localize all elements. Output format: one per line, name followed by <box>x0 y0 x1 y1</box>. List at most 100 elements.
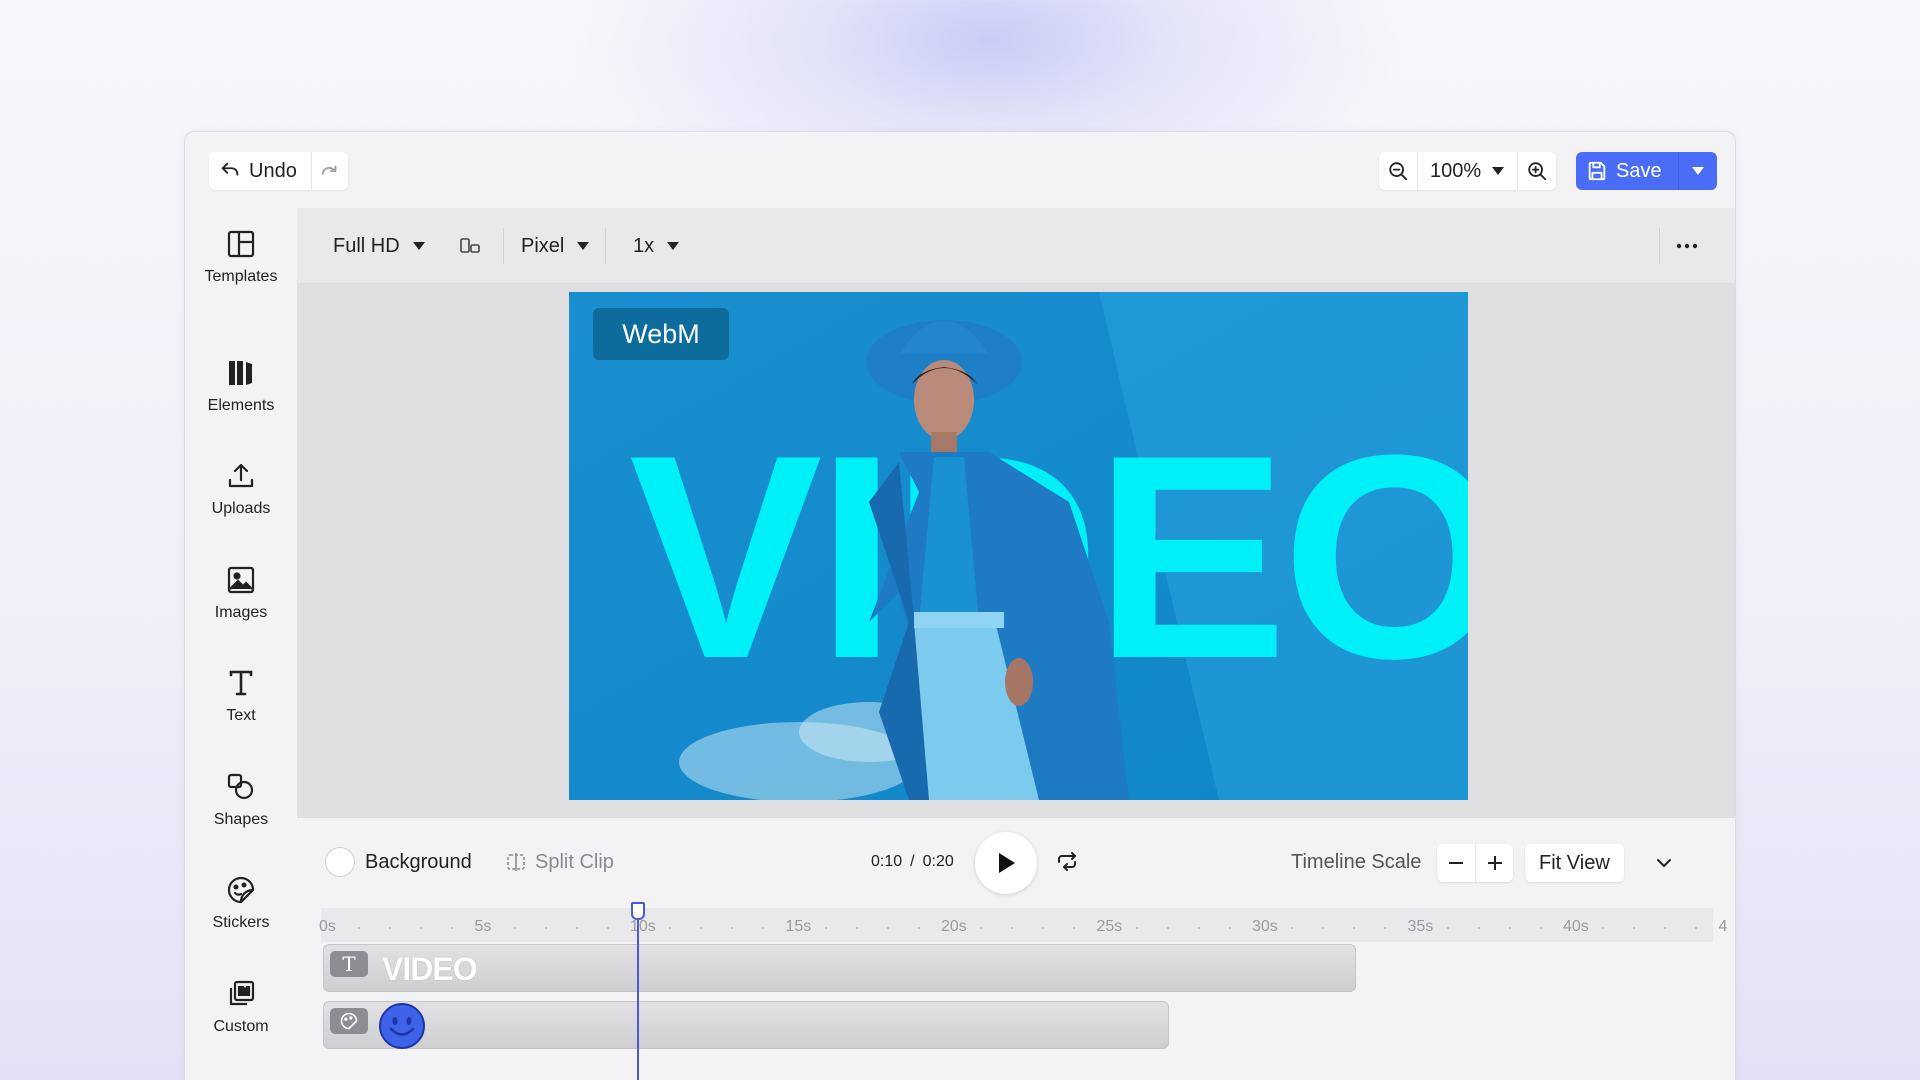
sidebar-item-templates[interactable]: Templates <box>185 228 297 286</box>
resolution-select[interactable]: Full HD <box>333 208 426 284</box>
zoom-in-button[interactable] <box>1518 152 1556 190</box>
toolbar-divider <box>605 228 606 264</box>
fit-view-button[interactable]: Fit View <box>1525 844 1624 882</box>
image-icon <box>227 566 255 594</box>
orientation-icon <box>460 238 480 253</box>
ruler-tick-dot <box>513 927 516 929</box>
ruler-tick-label: 40s <box>1563 918 1589 935</box>
scale-select[interactable]: 1x <box>633 208 680 284</box>
ruler-tick-dot <box>1042 927 1045 929</box>
caret-down-icon <box>1492 167 1505 175</box>
total-time: 0:20 <box>922 853 954 870</box>
background-label: Background <box>365 850 472 873</box>
zoom-control: 100% <box>1379 152 1557 190</box>
text-track-icon: T <box>330 951 368 977</box>
timeline-tracks: 0s 5s 10s 15s 20s 25s 30s 35s 40s 4 T VIDEO <box>297 902 1735 1080</box>
save-button[interactable]: Save <box>1576 152 1679 190</box>
sidebar-item-label: Custom <box>213 1018 269 1035</box>
scale-decrease-button[interactable] <box>1437 844 1475 882</box>
ruler-tick-dot <box>1633 927 1636 929</box>
collapse-timeline-button[interactable] <box>1649 848 1679 878</box>
editor-window: Undo 100% Save Templates Elements Upload… <box>184 131 1736 1080</box>
canvas-area: VIDEO <box>297 284 1735 818</box>
zoom-level-select[interactable]: 100% <box>1417 152 1519 190</box>
toolbar-divider <box>503 228 504 264</box>
sidebar-item-stickers[interactable]: Stickers <box>185 874 297 932</box>
text-icon <box>229 670 253 696</box>
resolution-value: Full HD <box>333 234 400 257</box>
ruler-tick-dot <box>1197 927 1200 929</box>
ruler-tick-dot <box>824 927 827 929</box>
caret-down-icon <box>412 242 425 250</box>
split-icon <box>507 853 525 871</box>
sidebar-item-label: Uploads <box>211 500 271 517</box>
ruler-tick-dot <box>575 927 578 929</box>
unit-select[interactable]: Pixel <box>521 208 590 284</box>
sticker-icon <box>227 876 255 904</box>
sidebar-item-shapes[interactable]: Shapes <box>185 771 297 829</box>
timeline-playhead[interactable] <box>631 902 645 1080</box>
top-bar: Undo 100% Save <box>185 132 1735 208</box>
save-icon <box>1588 161 1606 181</box>
ruler-tick-dot <box>1446 927 1449 929</box>
sidebar-item-text[interactable]: Text <box>185 667 297 725</box>
ruler-tick-dot <box>762 927 765 929</box>
model-figure[interactable] <box>569 292 1468 800</box>
sidebar-item-elements[interactable]: Elements <box>185 357 297 415</box>
undo-label: Undo <box>249 159 297 182</box>
editor-area: Full HD Pixel 1x WebM Background Split C… <box>297 208 1735 1080</box>
play-icon <box>999 853 1015 873</box>
sidebar-item-label: Templates <box>204 268 278 285</box>
timeline-controls: Background Split Clip 0:10 / 0:20 Timeli… <box>297 818 1735 906</box>
sidebar-item-custom[interactable]: Custom <box>185 978 297 1036</box>
format-badge: WebM <box>593 308 729 360</box>
ruler-tick-dot <box>1508 927 1511 929</box>
ruler-tick-dot <box>917 927 920 929</box>
sidebar-item-uploads[interactable]: Uploads <box>185 460 297 518</box>
ruler-tick-label: 25s <box>1096 918 1123 935</box>
background-color-swatch[interactable] <box>325 847 355 877</box>
scale-increase-button[interactable] <box>1475 844 1513 882</box>
save-options-button[interactable] <box>1679 152 1717 190</box>
playhead-handle[interactable] <box>631 902 645 920</box>
more-options-button[interactable] <box>1675 208 1699 284</box>
ruler-tick-dot <box>358 927 361 929</box>
loop-button[interactable] <box>1055 818 1079 906</box>
templates-icon <box>227 230 255 258</box>
ruler-tick-dot <box>389 927 392 929</box>
more-horizontal-icon <box>1676 243 1698 249</box>
ruler-tick-dot <box>731 927 734 929</box>
ruler-tick-dot <box>669 927 672 929</box>
plus-icon <box>1487 856 1502 870</box>
ruler-tick-dot <box>1228 927 1231 929</box>
orientation-button[interactable] <box>459 208 481 284</box>
sticker-track-clip[interactable] <box>323 1001 1169 1049</box>
timeline-ruler[interactable]: 0s 5s 10s 15s 20s 25s 30s 35s 40s 4 <box>319 908 1727 942</box>
ruler-tick-dot <box>1135 927 1138 929</box>
text-track-clip[interactable]: T VIDEO <box>323 944 1356 992</box>
undo-button[interactable]: Undo <box>209 152 312 190</box>
zoom-out-icon <box>1389 162 1408 181</box>
ruler-tick-dot <box>1602 927 1605 929</box>
left-sidebar: Templates Elements Uploads Images Text S… <box>185 208 297 1080</box>
sidebar-item-images[interactable]: Images <box>185 564 297 622</box>
ruler-tick-dot <box>1477 927 1480 929</box>
ruler-tick-label: 0s <box>319 918 336 935</box>
track-clip-label: VIDEO <box>382 951 478 987</box>
background-toggle[interactable]: Background <box>325 818 472 906</box>
play-button[interactable] <box>975 832 1037 894</box>
ruler-tick-dot <box>606 927 609 929</box>
redo-button[interactable] <box>312 152 348 190</box>
time-separator: / <box>910 853 915 870</box>
timeline-scale-label: Timeline Scale <box>1291 850 1422 873</box>
zoom-out-button[interactable] <box>1379 152 1417 190</box>
ruler-tick-dot <box>700 927 703 929</box>
save-label: Save <box>1616 159 1662 182</box>
split-clip-label: Split Clip <box>535 850 614 873</box>
design-canvas[interactable]: VIDEO <box>569 292 1468 800</box>
sticker-track-icon <box>330 1008 368 1034</box>
unit-value: Pixel <box>521 234 565 257</box>
sidebar-item-label: Stickers <box>212 914 270 931</box>
time-display: 0:10 / 0:20 <box>871 818 954 906</box>
split-clip-button[interactable]: Split Clip <box>505 818 614 906</box>
